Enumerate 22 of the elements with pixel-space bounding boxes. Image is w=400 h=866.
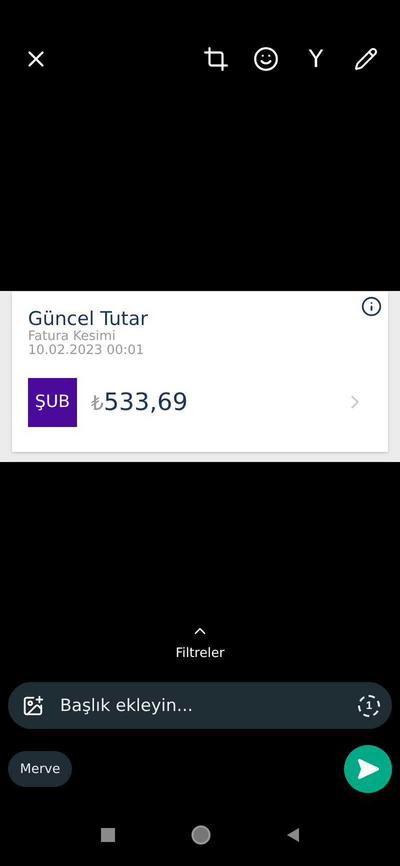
- view-once-button[interactable]: 1: [358, 694, 380, 717]
- send-button[interactable]: [344, 745, 392, 794]
- back-icon[interactable]: [287, 828, 299, 842]
- bill-subtitle: Fatura Kesimi: [28, 330, 117, 344]
- crop-button[interactable]: [202, 45, 230, 74]
- recents-icon[interactable]: [101, 828, 115, 842]
- home-icon[interactable]: [191, 824, 211, 845]
- bill-date: 10.02.2023 00:01: [28, 344, 146, 358]
- add-image-icon[interactable]: [22, 694, 44, 717]
- recipient-chip[interactable]: Merve: [8, 751, 72, 788]
- bill-amount: ₺533,69: [91, 388, 188, 416]
- bill-title: Güncel Tutar: [28, 308, 149, 330]
- smiley-icon: [253, 46, 279, 72]
- emoji-button[interactable]: [252, 45, 280, 74]
- info-icon: [361, 296, 382, 317]
- filters-label[interactable]: Filtreler: [176, 646, 224, 662]
- pencil-icon: [354, 47, 378, 72]
- month-badge: ŞUB: [28, 378, 77, 427]
- text-tool-button[interactable]: Y: [302, 45, 330, 74]
- send-icon: [356, 757, 380, 782]
- caption-field[interactable]: Başlık ekleyin... 1: [8, 682, 392, 730]
- crop-icon: [203, 46, 229, 72]
